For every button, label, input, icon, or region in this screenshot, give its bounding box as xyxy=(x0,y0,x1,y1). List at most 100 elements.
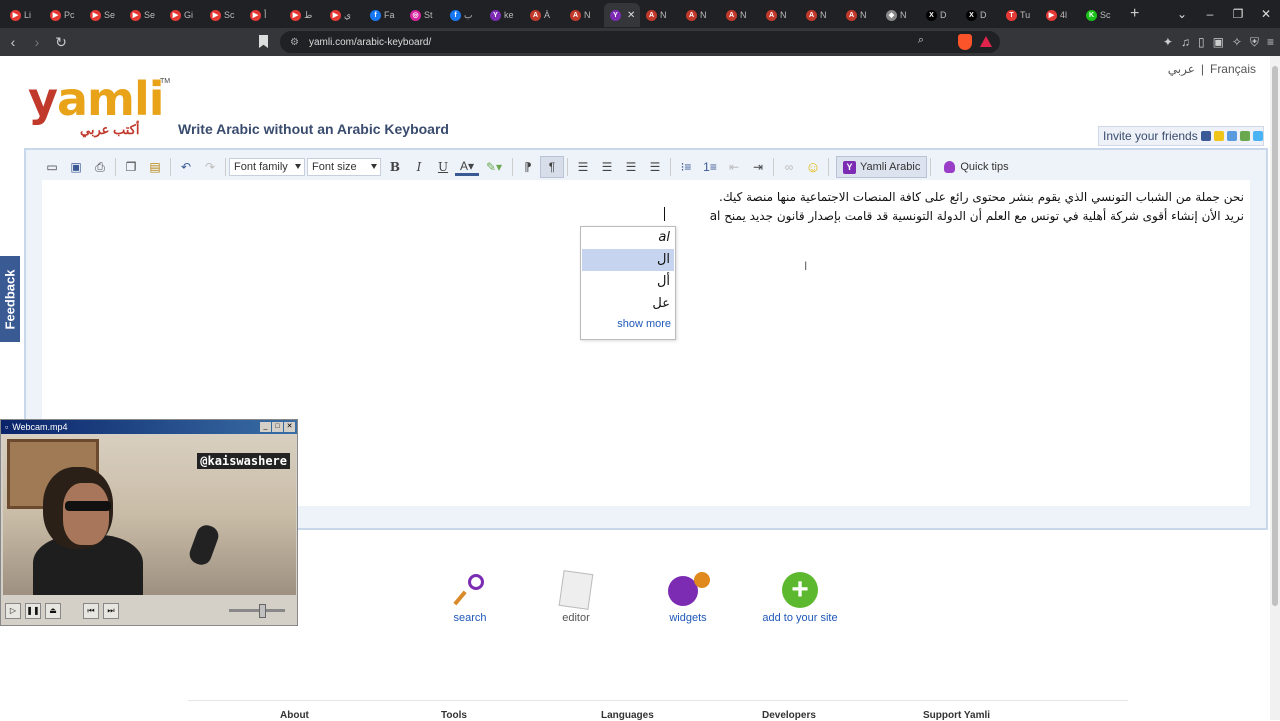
eject-icon[interactable]: ⏏ xyxy=(45,603,61,619)
sidebar-icon[interactable]: ▯ xyxy=(1198,35,1205,49)
editor-feature[interactable]: editor xyxy=(526,570,626,624)
font-size-select[interactable]: Font size xyxy=(307,158,381,176)
player-maximize-icon[interactable]: □ xyxy=(272,422,283,432)
browser-tab[interactable]: ▶ Se xyxy=(124,3,164,27)
suggestion-item[interactable]: عل xyxy=(582,293,674,315)
print-icon[interactable]: ⎙ xyxy=(88,156,112,178)
rtl-icon[interactable]: ¶ xyxy=(540,156,564,178)
browser-tab[interactable]: AN xyxy=(800,3,840,27)
forward-icon[interactable]: › xyxy=(26,34,48,50)
quick-tips-button[interactable]: Quick tips xyxy=(938,156,1014,178)
suggestion-item[interactable]: ال xyxy=(582,249,674,271)
save-icon[interactable]: ▣ xyxy=(64,156,88,178)
outdent-icon[interactable]: ⇤ xyxy=(722,156,746,178)
browser-tab[interactable]: ▶ Gi xyxy=(164,3,204,27)
brave-shields-icon[interactable] xyxy=(958,34,972,50)
browser-tab[interactable]: ▶ Pc xyxy=(44,3,84,27)
tab-close-icon[interactable]: ✕ xyxy=(627,10,635,21)
browser-tab[interactable]: T Tu xyxy=(1000,3,1040,27)
twitter-icon[interactable] xyxy=(1252,131,1263,141)
page-scrollbar[interactable] xyxy=(1270,56,1280,720)
browser-tab[interactable]: ◎ St xyxy=(404,3,444,27)
player-minimize-icon[interactable]: _ xyxy=(260,422,271,432)
browser-tab[interactable]: ▶ Li xyxy=(4,3,44,27)
browser-tab[interactable]: Yke xyxy=(484,3,524,27)
tab-search-icon[interactable]: ⌄ xyxy=(1168,7,1196,21)
redo-icon[interactable]: ↷ xyxy=(198,156,222,178)
browser-tab[interactable]: f Fa xyxy=(364,3,404,27)
bold-icon[interactable]: B xyxy=(383,156,407,178)
undo-icon[interactable]: ↶ xyxy=(174,156,198,178)
google-icon[interactable] xyxy=(1226,131,1237,141)
menu-icon[interactable]: ≡ xyxy=(1267,35,1274,49)
browser-tab[interactable]: ▶ ي xyxy=(324,3,364,27)
align-left-icon[interactable]: ☰ xyxy=(571,156,595,178)
address-bar[interactable]: ⚙ yamli.com/arabic-keyboard/ ⌕ xyxy=(280,31,1000,53)
star-icon[interactable] xyxy=(1213,131,1224,141)
browser-tab[interactable]: ▶ أ xyxy=(244,3,284,27)
feedback-tab[interactable]: Feedback xyxy=(0,256,20,342)
numbered-list-icon[interactable]: 1≡ xyxy=(698,156,722,178)
browser-tab[interactable]: ▶ Se xyxy=(84,3,124,27)
vpn-icon[interactable]: ⛨ xyxy=(1250,35,1259,50)
ltr-icon[interactable]: ⁋ xyxy=(516,156,540,178)
suggestion-item[interactable]: أل xyxy=(582,271,674,293)
brave-rewards-icon[interactable] xyxy=(980,36,992,47)
yamli-logo[interactable]: yamli TM أكتب عربي xyxy=(28,76,170,140)
bookmark-icon[interactable] xyxy=(259,35,268,48)
site-info-icon[interactable]: ⚙ xyxy=(290,37,299,48)
font-family-select[interactable]: Font family xyxy=(229,158,305,176)
play-icon[interactable]: ▷ xyxy=(5,603,21,619)
align-justify-icon[interactable]: ☰ xyxy=(643,156,667,178)
underline-icon[interactable]: U xyxy=(431,156,455,178)
browser-tab[interactable]: K Sc xyxy=(1080,3,1120,27)
browser-tab[interactable]: AÀ xyxy=(524,3,564,27)
suggestion-item[interactable]: al xyxy=(582,227,674,249)
bullet-list-icon[interactable]: ⁝≡ xyxy=(674,156,698,178)
new-tab-icon[interactable]: + xyxy=(1130,5,1139,23)
leo-icon[interactable]: ✧ xyxy=(1232,35,1242,49)
browser-tab[interactable]: ▶ 4l xyxy=(1040,3,1080,27)
invite-friends-bar[interactable]: Invite your friends xyxy=(1098,126,1264,146)
back-icon[interactable]: ‹ xyxy=(2,34,24,50)
browser-tab[interactable]: fب xyxy=(444,3,484,27)
browser-tab[interactable]: AN xyxy=(760,3,800,27)
align-center-icon[interactable]: ☰ xyxy=(595,156,619,178)
maximize-icon[interactable]: ❐ xyxy=(1224,7,1252,21)
browser-tab[interactable]: ▶ Sc xyxy=(204,3,244,27)
show-more-link[interactable]: show more xyxy=(581,315,675,333)
yamli-arabic-toggle[interactable]: Y Yamli Arabic xyxy=(836,156,928,178)
browser-tab[interactable]: XD xyxy=(920,3,960,27)
smiley-icon[interactable]: ☺ xyxy=(801,156,825,178)
browser-tab[interactable]: XD xyxy=(960,3,1000,27)
arabic-link[interactable]: عربي xyxy=(1168,62,1195,76)
footer-about[interactable]: About xyxy=(280,710,309,721)
share-icon[interactable] xyxy=(1239,131,1250,141)
indent-icon[interactable]: ⇥ xyxy=(746,156,770,178)
pause-icon[interactable]: ❚❚ xyxy=(25,603,41,619)
new-document-icon[interactable]: ▭ xyxy=(40,156,64,178)
search-feature[interactable]: search xyxy=(420,572,520,624)
next-icon[interactable]: ⏭ xyxy=(103,603,119,619)
footer-developers[interactable]: Developers xyxy=(762,710,816,721)
reload-icon[interactable]: ↻ xyxy=(50,34,72,51)
zoom-icon[interactable]: ⌕ xyxy=(918,34,924,47)
browser-tab[interactable]: AN xyxy=(640,3,680,27)
widgets-feature[interactable]: widgets xyxy=(638,572,738,624)
copy-icon[interactable]: ❐ xyxy=(119,156,143,178)
browser-tab[interactable]: ◆ N xyxy=(880,3,920,27)
facebook-icon[interactable] xyxy=(1200,131,1211,141)
add-to-site-feature[interactable]: + add to your site xyxy=(750,572,850,624)
minimize-icon[interactable]: – xyxy=(1196,7,1224,21)
french-link[interactable]: Français xyxy=(1210,62,1256,76)
browser-tab[interactable]: AN xyxy=(840,3,880,27)
paste-icon[interactable]: ▤ xyxy=(143,156,167,178)
player-close-icon[interactable]: ✕ xyxy=(284,422,295,432)
highlight-icon[interactable]: ✎▾ xyxy=(479,156,509,178)
media-icon[interactable]: ♫ xyxy=(1181,35,1190,49)
previous-icon[interactable]: ⏮ xyxy=(83,603,99,619)
browser-tab[interactable]: AN xyxy=(564,3,604,27)
footer-support[interactable]: Support Yamli xyxy=(923,710,990,721)
align-right-icon[interactable]: ☰ xyxy=(619,156,643,178)
footer-languages[interactable]: Languages xyxy=(601,710,654,721)
